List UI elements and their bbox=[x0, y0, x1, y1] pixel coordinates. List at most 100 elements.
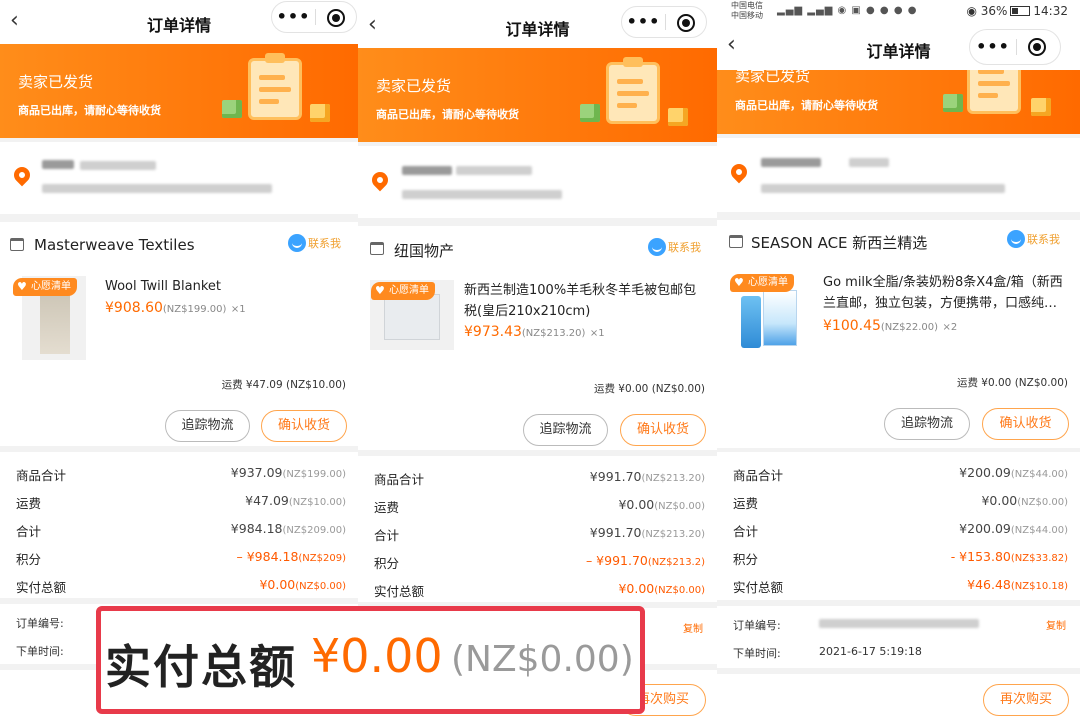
shipping-fee: 运费 ¥0.00 (NZ$0.00) bbox=[956, 377, 1068, 389]
payment-summary: 商品合计 ¥937.09(NZ$199.00) 运费 ¥47.09(NZ$10.00… bbox=[0, 452, 358, 598]
capsule-divider bbox=[665, 14, 666, 30]
bottom-action-bar: 再次购买 bbox=[717, 674, 1080, 722]
contact-seller-button[interactable]: 联系我 bbox=[1007, 230, 1060, 248]
yellow-box-icon bbox=[1031, 98, 1051, 116]
store-name: Masterweave Textiles bbox=[34, 236, 195, 254]
track-logistics-button[interactable]: 追踪物流 bbox=[165, 410, 250, 442]
store-icon bbox=[370, 242, 384, 255]
battery-icon bbox=[1010, 6, 1031, 16]
capsule-divider bbox=[315, 9, 316, 25]
more-dots-icon[interactable]: ••• bbox=[970, 37, 1016, 56]
summary-row-subtotal: 商品合计 ¥991.70(NZ$213.20) bbox=[374, 469, 705, 487]
copy-order-number-button[interactable]: 复制 bbox=[683, 620, 703, 635]
confirm-receipt-button[interactable]: 确认收货 bbox=[982, 408, 1069, 440]
mini-program-capsule[interactable]: ••• bbox=[969, 29, 1061, 65]
product-name[interactable]: Go milk全脂/条装奶粉8条X4盒/箱（新西兰直邮，独立包装，方便携带，口感… bbox=[823, 272, 1067, 314]
order-number-label: 订单编号: bbox=[733, 619, 781, 632]
clipboard-illustration-icon bbox=[248, 53, 302, 120]
track-logistics-button[interactable]: 追踪物流 bbox=[884, 408, 970, 440]
wishlist-tag: 心愿清单 bbox=[730, 274, 794, 292]
shipping-fee: 运费 ¥0.00 (NZ$0.00) bbox=[593, 383, 705, 395]
store-order-card: 纽国物产 联系我 心愿清单 新西兰制造100%羊毛秋冬羊毛被包邮包税(皇后210… bbox=[358, 226, 717, 450]
close-target-icon[interactable] bbox=[1028, 38, 1046, 56]
status-title: 卖家已发货 bbox=[18, 73, 94, 91]
order-time-label: 下单时间: bbox=[733, 647, 781, 660]
close-target-icon[interactable] bbox=[677, 14, 695, 32]
phone-redacted bbox=[80, 161, 156, 170]
nav-bar: ‹ 订单详情 ••• bbox=[717, 24, 1080, 70]
product-name[interactable]: 新西兰制造100%羊毛秋冬羊毛被包邮包税(皇后210x210cm) bbox=[464, 280, 700, 322]
address-redacted bbox=[761, 184, 1005, 193]
green-box-icon bbox=[943, 94, 963, 112]
store-order-card: SEASON ACE 新西兰精选 联系我 心愿清单 Go milk全脂/条装奶粉… bbox=[717, 220, 1080, 448]
summary-row-total: 合计 ¥984.18(NZ$209.00) bbox=[16, 521, 346, 539]
location-pin-icon bbox=[368, 168, 392, 192]
mini-program-capsule[interactable]: ••• bbox=[621, 6, 707, 38]
clipboard-illustration-icon bbox=[967, 70, 1021, 114]
green-box-icon bbox=[580, 104, 600, 122]
chat-face-icon bbox=[288, 234, 306, 252]
address-card[interactable] bbox=[717, 138, 1080, 212]
confirm-receipt-button[interactable]: 确认收货 bbox=[620, 414, 706, 446]
summary-row-paid: 实付总额 ¥46.48(NZ$10.18) bbox=[733, 577, 1068, 595]
product-price: ¥908.60(NZ$199.00) ×1 bbox=[105, 300, 246, 316]
summary-row-total: 合计 ¥991.70(NZ$213.20) bbox=[374, 525, 705, 543]
recipient-name-redacted bbox=[402, 166, 452, 175]
contact-seller-button[interactable]: 联系我 bbox=[648, 238, 701, 256]
status-right: ◉ 36% 14:32 bbox=[966, 4, 1068, 18]
store-name: SEASON ACE 新西兰精选 bbox=[751, 234, 928, 252]
phone-redacted bbox=[849, 158, 889, 167]
payment-summary: 商品合计 ¥991.70(NZ$213.20) 运费 ¥0.00(NZ$0.00) … bbox=[358, 456, 717, 602]
summary-row-shipping: 运费 ¥0.00(NZ$0.00) bbox=[374, 497, 705, 515]
signal-icons: ▂▄▆ ▂▄▆ ◉ ▣ ● ● ● ● bbox=[777, 5, 918, 16]
clipboard-illustration-icon bbox=[606, 57, 660, 124]
buy-again-button[interactable]: 再次购买 bbox=[983, 684, 1069, 716]
wishlist-tag: 心愿清单 bbox=[13, 278, 77, 296]
payment-summary: 商品合计 ¥200.09(NZ$44.00) 运费 ¥0.00(NZ$0.00) 合… bbox=[717, 452, 1080, 600]
order-time-label: 下单时间: bbox=[16, 645, 64, 658]
shipping-status-banner: 卖家已发货 商品已出库，请耐心等待收货 bbox=[358, 48, 717, 142]
address-card[interactable] bbox=[0, 142, 358, 214]
screenshot-collage: ‹ 订单详情 ••• 卖家已发货 商品已出库，请耐心等待收货 Masterwea… bbox=[0, 0, 1080, 722]
paid-total-zoom-callout: 实付总额 ¥0.00 (NZ$0.00) bbox=[96, 606, 645, 714]
summary-row-total: 合计 ¥200.09(NZ$44.00) bbox=[733, 521, 1068, 539]
callout-amount: ¥0.00 bbox=[311, 629, 443, 683]
close-target-icon[interactable] bbox=[327, 9, 345, 27]
mini-program-capsule[interactable]: ••• bbox=[271, 1, 357, 33]
summary-row-points: 积分 – ¥991.70(NZ$213.2) bbox=[374, 553, 705, 571]
more-dots-icon[interactable]: ••• bbox=[622, 12, 665, 31]
location-pin-icon bbox=[10, 163, 34, 187]
status-subtitle: 商品已出库，请耐心等待收货 bbox=[18, 104, 161, 117]
track-logistics-button[interactable]: 追踪物流 bbox=[523, 414, 608, 446]
order-info: 订单编号: 复制 下单时间: 2021-6-17 5:19:18 bbox=[717, 606, 1080, 668]
store-icon bbox=[729, 235, 743, 248]
store-order-card: Masterweave Textiles 联系我 心愿清单 Wool Twill… bbox=[0, 222, 358, 446]
more-dots-icon[interactable]: ••• bbox=[272, 7, 315, 26]
contact-seller-button[interactable]: 联系我 bbox=[288, 234, 341, 252]
status-subtitle: 商品已出库，请耐心等待收货 bbox=[376, 108, 519, 121]
summary-row-subtotal: 商品合计 ¥200.09(NZ$44.00) bbox=[733, 465, 1068, 483]
order-number-redacted bbox=[819, 619, 979, 628]
capsule-divider bbox=[1016, 39, 1017, 55]
green-box-icon bbox=[222, 100, 242, 118]
order-time-value: 2021-6-17 5:19:18 bbox=[819, 645, 922, 658]
yellow-box-icon bbox=[310, 104, 330, 122]
confirm-receipt-button[interactable]: 确认收货 bbox=[261, 410, 347, 442]
contact-label: 联系我 bbox=[308, 237, 341, 250]
chat-face-icon bbox=[648, 238, 666, 256]
status-title: 卖家已发货 bbox=[376, 77, 452, 95]
shipping-fee: 运费 ¥47.09 (NZ$10.00) bbox=[221, 379, 346, 391]
contact-label: 联系我 bbox=[668, 241, 701, 254]
summary-row-shipping: 运费 ¥0.00(NZ$0.00) bbox=[733, 493, 1068, 511]
yellow-box-icon bbox=[668, 108, 688, 126]
chat-face-icon bbox=[1007, 230, 1025, 248]
order-number-label: 订单编号: bbox=[16, 617, 64, 630]
phone-status-bar: 中国电信 中国移动 ▂▄▆ ▂▄▆ ◉ ▣ ● ● ● ● ◉ 36% 14:32 bbox=[717, 0, 1080, 24]
copy-order-number-button[interactable]: 复制 bbox=[1046, 617, 1066, 632]
callout-label: 实付总额 bbox=[105, 640, 297, 694]
product-name[interactable]: Wool Twill Blanket bbox=[105, 276, 345, 297]
battery-percent: 36% bbox=[980, 4, 1008, 18]
shipping-status-banner: 卖家已发货 商品已出库，请耐心等待收货 bbox=[717, 70, 1080, 134]
status-title: 卖家已发货 bbox=[735, 70, 811, 85]
address-card[interactable] bbox=[358, 146, 717, 218]
